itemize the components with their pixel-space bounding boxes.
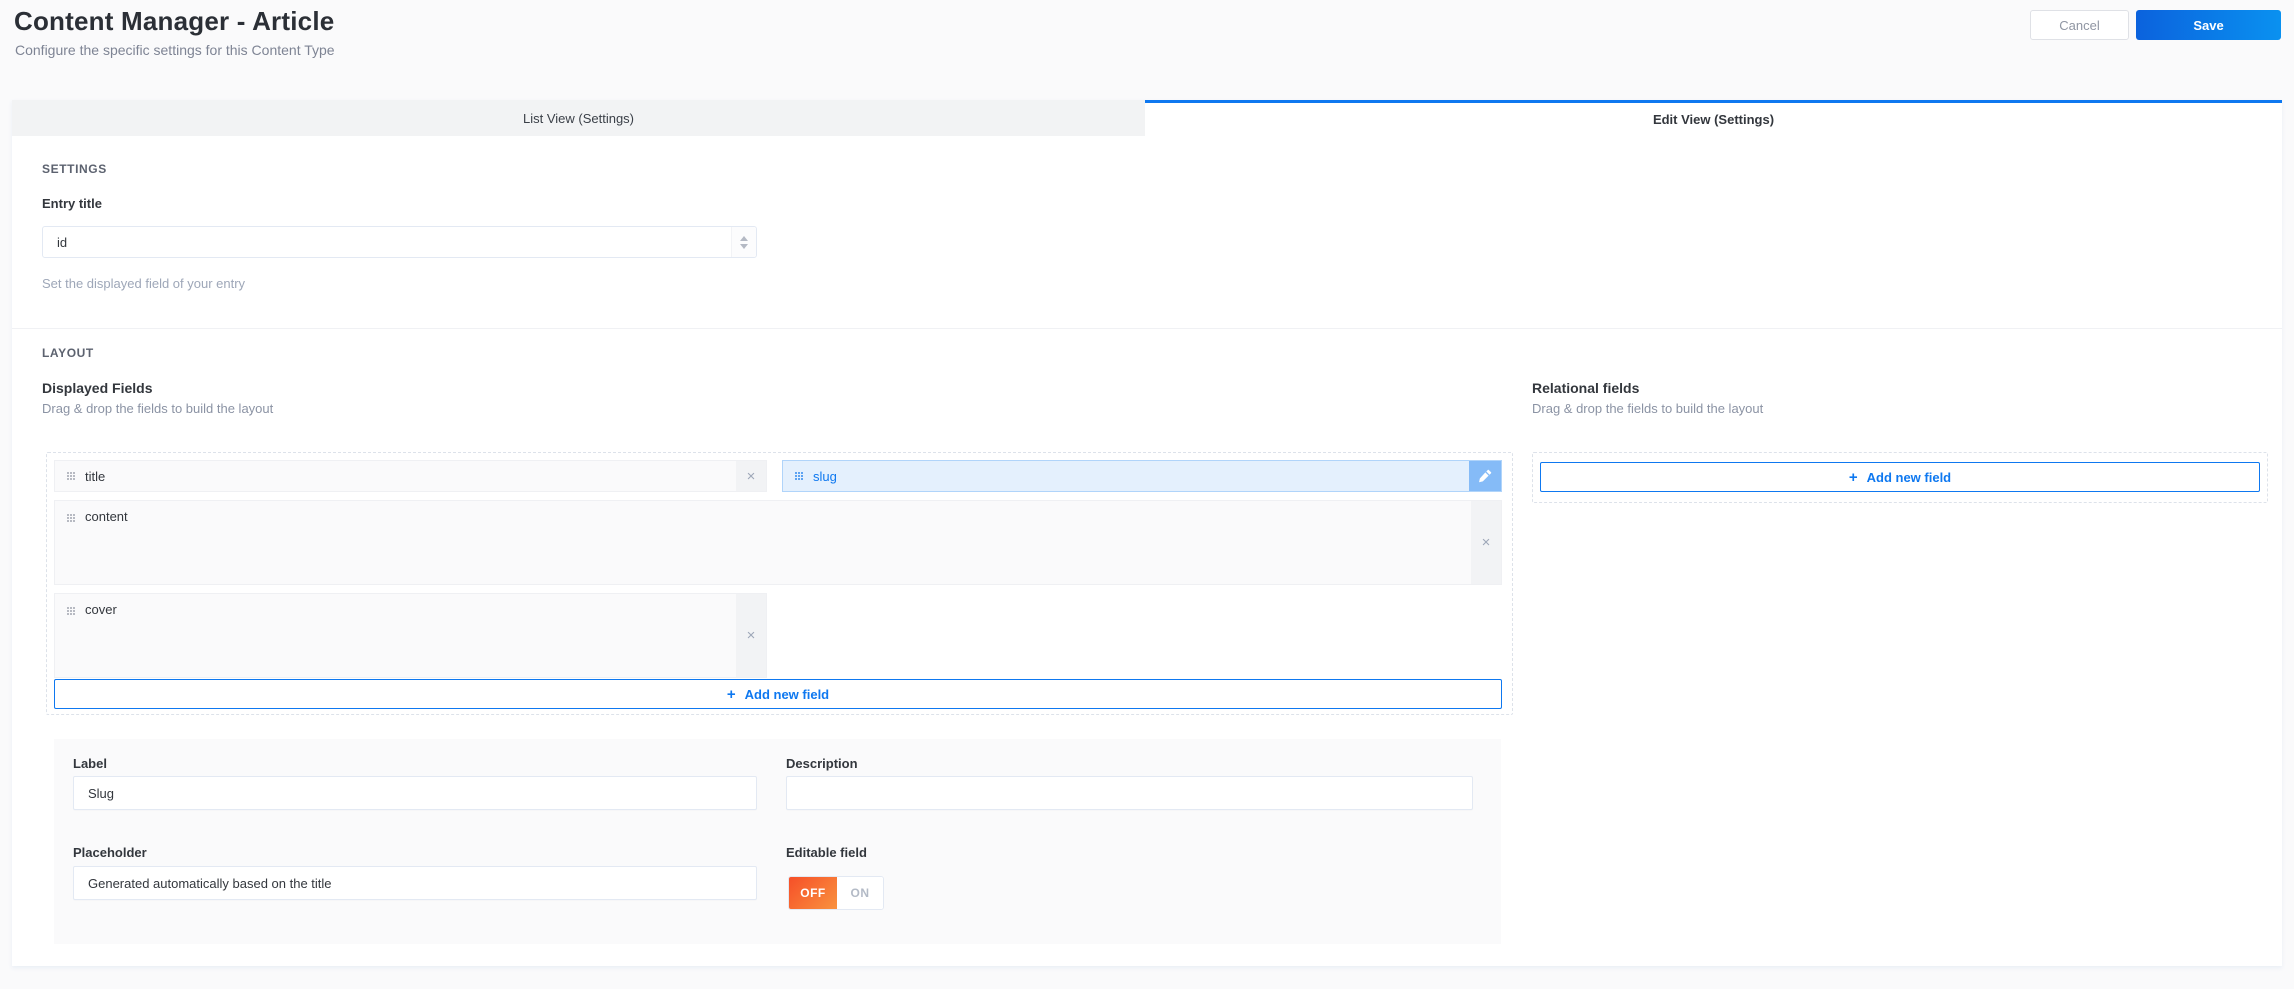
page-title: Content Manager - Article — [14, 6, 335, 36]
content-manager-settings-page: Content Manager - Article Configure the … — [0, 0, 2294, 989]
label-field-label: Label — [73, 756, 107, 771]
placeholder-field-label: Placeholder — [73, 845, 147, 860]
field-card-content[interactable]: content × — [54, 500, 1502, 585]
field-edit-panel: Label Description Placeholder Editable f… — [54, 739, 1501, 944]
remove-field-button[interactable]: × — [736, 594, 766, 677]
select-caret-icon — [731, 227, 756, 257]
placeholder-input[interactable] — [73, 866, 757, 900]
layout-section-title: LAYOUT — [42, 346, 94, 360]
remove-field-button[interactable]: × — [1471, 501, 1501, 584]
settings-section-title: SETTINGS — [42, 162, 107, 176]
page-subtitle: Configure the specific settings for this… — [15, 42, 335, 58]
field-name: content — [85, 509, 128, 524]
section-divider — [12, 328, 2282, 329]
entry-title-select-value: id — [57, 234, 68, 250]
description-field-label: Description — [786, 756, 858, 771]
add-new-field-label: Add new field — [744, 686, 830, 702]
add-new-field-label: Add new field — [1866, 469, 1952, 485]
field-name: slug — [813, 468, 837, 484]
settings-card: List View (Settings) Edit View (Settings… — [12, 100, 2282, 966]
label-input[interactable] — [73, 776, 757, 810]
entry-title-select[interactable]: id — [42, 226, 757, 258]
close-icon: × — [746, 467, 756, 485]
pencil-icon — [1479, 469, 1492, 483]
tab-list-view-settings[interactable]: List View (Settings) — [12, 100, 1145, 136]
field-card-cover[interactable]: cover × — [54, 593, 767, 678]
relational-fields-subtitle: Drag & drop the fields to build the layo… — [1532, 401, 1764, 416]
edit-field-button[interactable] — [1469, 461, 1501, 491]
field-name: cover — [85, 602, 117, 617]
drag-handle-icon[interactable] — [67, 607, 75, 615]
drag-handle-icon[interactable] — [67, 514, 75, 522]
drag-handle-icon[interactable] — [67, 472, 75, 480]
description-input[interactable] — [786, 776, 1473, 810]
field-card-slug[interactable]: slug — [782, 460, 1502, 492]
toggle-on-button[interactable]: ON — [837, 877, 883, 909]
add-new-field-button-relational[interactable]: + Add new field — [1540, 462, 2260, 492]
displayed-fields-title: Displayed Fields — [42, 380, 153, 396]
plus-icon: + — [1848, 468, 1858, 486]
save-button[interactable]: Save — [2136, 10, 2281, 40]
toggle-off-button[interactable]: OFF — [789, 877, 837, 909]
editable-field-label: Editable field — [786, 845, 867, 860]
drag-handle-icon[interactable] — [795, 472, 803, 480]
field-card-title[interactable]: title × — [54, 460, 767, 492]
close-icon: × — [746, 627, 756, 644]
plus-icon: + — [726, 685, 736, 703]
entry-title-help-text: Set the displayed field of your entry — [42, 276, 246, 291]
tab-edit-view-settings[interactable]: Edit View (Settings) — [1145, 100, 2282, 136]
displayed-fields-subtitle: Drag & drop the fields to build the layo… — [42, 401, 274, 416]
add-new-field-button-displayed[interactable]: + Add new field — [54, 679, 1502, 709]
entry-title-label: Entry title — [42, 196, 102, 211]
remove-field-button[interactable]: × — [736, 461, 766, 491]
field-name: title — [85, 468, 106, 484]
editable-field-toggle: OFF ON — [788, 876, 884, 910]
cancel-button[interactable]: Cancel — [2030, 10, 2129, 40]
relational-fields-title: Relational fields — [1532, 380, 1640, 396]
close-icon: × — [1481, 534, 1491, 551]
